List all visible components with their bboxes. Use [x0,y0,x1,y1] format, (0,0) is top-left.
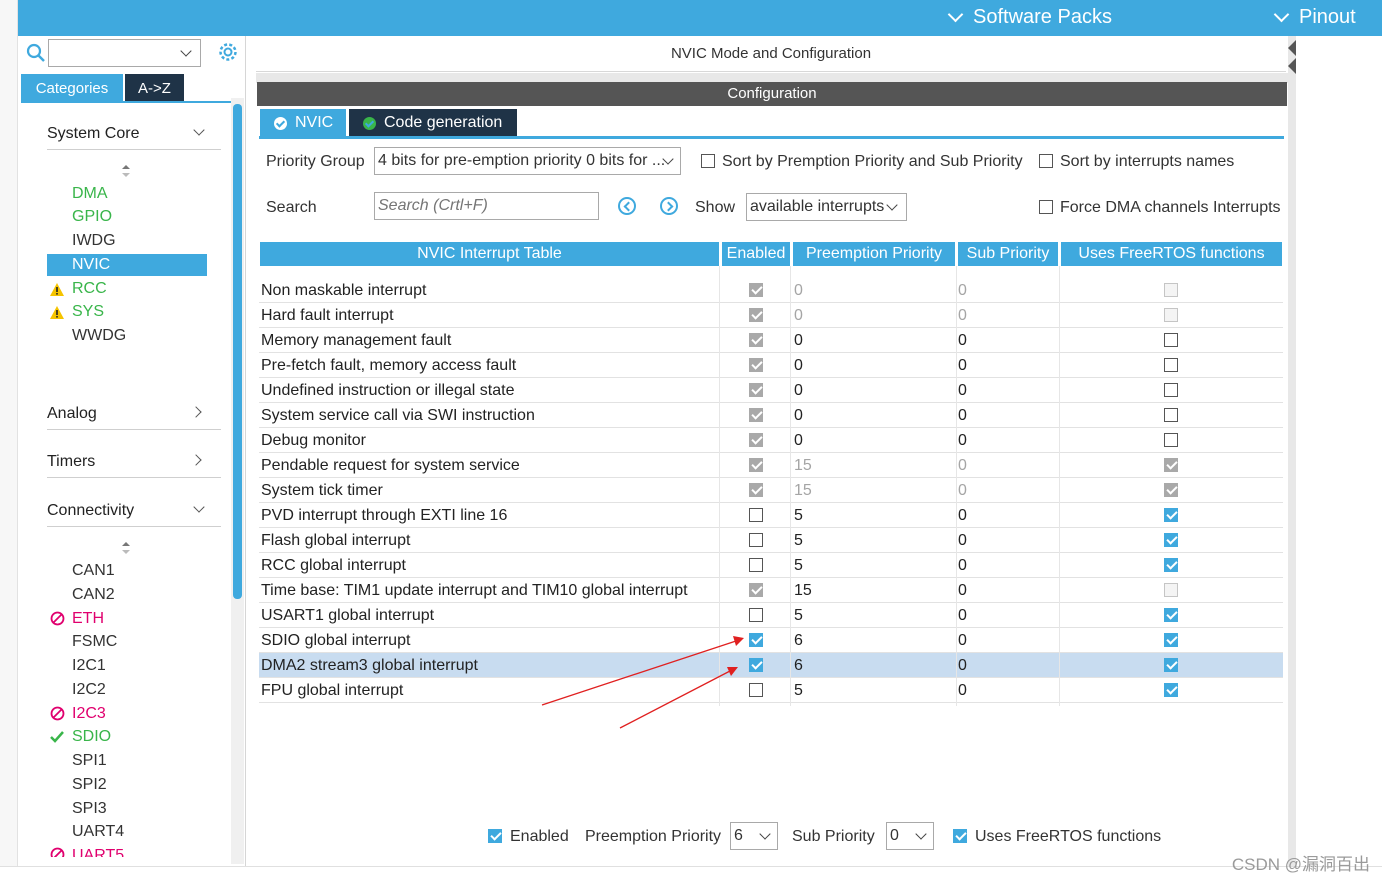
chevron-down-icon [180,45,192,57]
category-connectivity[interactable]: Connectivity [47,502,134,520]
sidebar-item-sdio[interactable]: SDIO [72,726,111,748]
footer-freertos-label: Uses FreeRTOS functions [975,828,1162,845]
tab-a-to-z-label: A->Z [138,79,171,97]
right-scrollbar[interactable] [1288,36,1296,866]
chevron-down-icon [947,6,964,23]
sidebar-item-spi3[interactable]: SPI3 [72,798,107,820]
footer-sub-label: Sub Priority [792,828,875,845]
footer-sub-select[interactable]: 0 [886,822,934,850]
sidebar-item-gpio[interactable]: GPIO [72,206,112,228]
top-menu-bar: Software Packs Pinout [18,0,1382,36]
sidebar-item-iwdg[interactable]: IWDG [72,230,116,252]
sidebar-item-fsmc[interactable]: FSMC [72,631,117,653]
sidebar-item-dma[interactable]: DMA [72,183,108,205]
sidebar-item-spi2[interactable]: SPI2 [72,774,107,796]
categories-panel: Categories A->Z System Core DMA GPIO IWD… [18,36,246,866]
scrollbar-thumb[interactable] [233,104,242,599]
watermark: CSDN @漏洞百出 [1231,855,1370,874]
bottom-status-bar [0,866,1382,881]
warning-icon [50,306,64,319]
divider [47,429,221,430]
footer-preemption-label: Preemption Priority [585,828,722,845]
search-icon[interactable] [26,43,46,63]
sidebar-item-sys[interactable]: SYS [72,301,104,323]
divider [47,526,221,527]
sidebar-item-uart5[interactable]: UART5 [72,845,124,857]
footer-preemption-value: 6 [734,827,743,844]
blocked-icon [50,611,65,626]
sort-icon[interactable] [121,541,131,555]
sidebar-item-i2c2[interactable]: I2C2 [72,679,106,701]
tab-a-to-z[interactable]: A->Z [125,74,184,102]
sidebar-item-uart4[interactable]: UART4 [72,821,124,843]
category-timers[interactable]: Timers [47,453,95,471]
category-system-core[interactable]: System Core [47,125,139,143]
chevron-right-icon[interactable] [190,406,202,418]
footer-enabled-checkbox[interactable] [488,829,502,843]
sidebar-item-eth[interactable]: ETH [72,608,104,630]
chevron-down-icon [915,828,927,840]
sidebar-item-can2[interactable]: CAN2 [72,584,115,606]
category-analog[interactable]: Analog [47,405,97,423]
main-panel: NVIC Mode and Configuration Configuratio… [256,36,1288,866]
chevron-down-icon [759,828,771,840]
footer-preemption-select[interactable]: 6 [730,822,778,850]
pinout-label: Pinout [1299,6,1356,28]
category-search-combo[interactable] [48,39,201,67]
pinout-menu[interactable]: Pinout [1273,6,1356,29]
tab-categories[interactable]: Categories [21,74,123,102]
divider [47,149,221,150]
software-packs-label: Software Packs [973,6,1112,28]
tab-categories-label: Categories [35,79,109,97]
sidebar-item-nvic[interactable]: NVIC [47,254,207,276]
divider [47,477,221,478]
clipped-list-bottom: UART5 [18,844,230,857]
red-annotation-arrows [541,636,744,729]
footer-sub-value: 0 [890,827,899,844]
sidebar-item-i2c1[interactable]: I2C1 [72,655,106,677]
blocked-icon [50,847,65,857]
sidebar-item-spi1[interactable]: SPI1 [72,750,107,772]
sidebar-item-rcc[interactable]: RCC [72,278,107,300]
chevron-right-icon[interactable] [190,454,202,466]
chevron-down-icon [1273,6,1290,23]
tab-underline [21,101,244,103]
sort-icon[interactable] [121,164,131,178]
footer-freertos-checkbox[interactable] [953,829,967,843]
chevron-down-icon[interactable] [193,124,205,136]
left-window-edge [0,0,18,881]
collapse-arrows-icon[interactable] [1288,40,1296,74]
chevron-down-icon[interactable] [193,501,205,513]
sidebar-item-wwdg[interactable]: WWDG [72,325,126,347]
sidebar-item-i2c3[interactable]: I2C3 [72,703,106,725]
blocked-icon [50,706,65,721]
sidebar-item-can1[interactable]: CAN1 [72,560,115,582]
checkmark-icon [50,731,64,743]
warning-icon [50,283,64,296]
footer-enabled-label: Enabled [510,828,569,845]
gear-icon[interactable] [217,41,239,63]
software-packs-menu[interactable]: Software Packs [947,6,1112,29]
